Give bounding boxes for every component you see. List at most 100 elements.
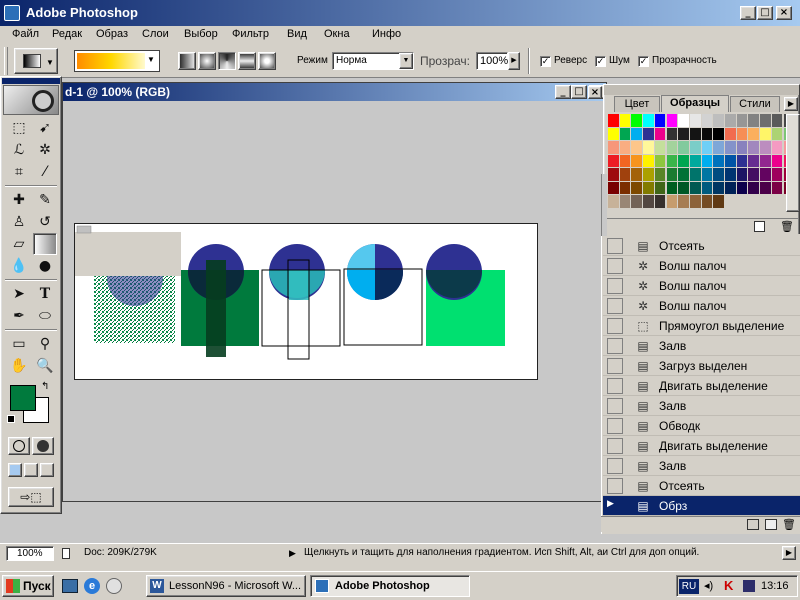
swatch[interactable] bbox=[643, 181, 654, 194]
jump-to-imageready-button[interactable]: ⇨⬚ bbox=[8, 487, 54, 507]
swatch[interactable] bbox=[654, 195, 666, 208]
swatch[interactable] bbox=[619, 141, 631, 154]
tab-color[interactable]: Цвет bbox=[614, 96, 660, 112]
swatch[interactable] bbox=[643, 154, 654, 167]
foreground-color-swatch[interactable] bbox=[10, 385, 36, 411]
history-source-checkbox[interactable] bbox=[607, 258, 623, 274]
swatch[interactable] bbox=[654, 181, 666, 194]
swatch[interactable] bbox=[678, 114, 689, 127]
opacity-field[interactable]: 100% bbox=[476, 52, 508, 70]
history-state[interactable]: ✲ Волш палоч bbox=[603, 256, 800, 276]
swatch[interactable] bbox=[678, 127, 689, 140]
swatch[interactable] bbox=[643, 127, 654, 140]
dodge-tool-icon[interactable]: ● bbox=[33, 255, 57, 277]
swatch[interactable] bbox=[654, 127, 666, 140]
history-source-checkbox[interactable] bbox=[607, 278, 623, 294]
swatch[interactable] bbox=[654, 168, 666, 181]
swatch[interactable] bbox=[631, 141, 643, 154]
swatch[interactable] bbox=[771, 168, 783, 181]
quickmask-mode-button[interactable] bbox=[32, 437, 54, 455]
swatch[interactable] bbox=[771, 127, 783, 140]
swatch[interactable] bbox=[748, 181, 760, 194]
swatch[interactable] bbox=[725, 154, 736, 167]
history-state[interactable]: ▤ Отсеять bbox=[603, 236, 800, 256]
swatch[interactable] bbox=[619, 154, 631, 167]
menu-view[interactable]: Вид bbox=[287, 28, 307, 40]
swatch[interactable] bbox=[631, 168, 643, 181]
history-source-checkbox[interactable]: ▶ bbox=[607, 498, 623, 514]
healing-brush-icon[interactable]: ✚ bbox=[7, 189, 31, 211]
swatch[interactable] bbox=[748, 127, 760, 140]
tab-styles[interactable]: Стили bbox=[730, 96, 780, 112]
history-source-checkbox[interactable] bbox=[607, 338, 623, 354]
history-state[interactable]: ⬚ Прямоугол выделение bbox=[603, 316, 800, 336]
menu-filter[interactable]: Фильтр bbox=[232, 28, 269, 40]
kaspersky-icon[interactable]: K bbox=[724, 578, 738, 594]
screen-mode-full[interactable] bbox=[40, 463, 54, 477]
task-word[interactable]: W LessonN96 - Microsoft W... bbox=[146, 575, 306, 597]
trash-icon[interactable]: 🗑 bbox=[782, 518, 796, 531]
new-doc-from-state-icon[interactable] bbox=[747, 519, 759, 530]
tab-swatches[interactable]: Образцы bbox=[661, 95, 729, 112]
brush-tool-icon[interactable]: ✎ bbox=[33, 189, 57, 211]
trash-icon[interactable]: 🗑 bbox=[780, 220, 794, 233]
swatch[interactable] bbox=[619, 114, 631, 127]
history-state[interactable]: ✲ Волш палоч bbox=[603, 296, 800, 316]
swatch[interactable] bbox=[678, 141, 689, 154]
swatch[interactable] bbox=[608, 114, 619, 127]
swatch[interactable] bbox=[608, 154, 619, 167]
doc-minimize-button[interactable]: _ bbox=[555, 85, 571, 99]
panel-menu-button[interactable]: ▶ bbox=[784, 97, 798, 111]
history-state[interactable]: ▤ Загруз выделен bbox=[603, 356, 800, 376]
history-state[interactable]: ▤ Залв bbox=[603, 456, 800, 476]
magic-wand-tool-icon[interactable]: ✲ bbox=[33, 139, 57, 161]
swatch[interactable] bbox=[725, 114, 736, 127]
swatch[interactable] bbox=[631, 127, 643, 140]
swatch[interactable] bbox=[654, 141, 666, 154]
swatch[interactable] bbox=[736, 114, 748, 127]
swatch[interactable] bbox=[760, 154, 771, 167]
swatch[interactable] bbox=[666, 127, 678, 140]
swatch[interactable] bbox=[736, 154, 748, 167]
radial-gradient-button[interactable] bbox=[198, 52, 216, 70]
swatch[interactable] bbox=[666, 154, 678, 167]
swatch[interactable] bbox=[643, 114, 654, 127]
menu-select[interactable]: Выбор bbox=[184, 28, 218, 40]
swatch[interactable] bbox=[619, 195, 631, 208]
zoom-field[interactable]: 100% bbox=[6, 546, 54, 561]
swatch[interactable] bbox=[608, 181, 619, 194]
swatch[interactable] bbox=[701, 168, 713, 181]
swatch[interactable] bbox=[689, 127, 701, 140]
quick-launch-media-icon[interactable] bbox=[106, 578, 122, 594]
standard-mode-button[interactable] bbox=[8, 437, 30, 455]
shape-tool-icon[interactable]: ⬭ bbox=[33, 305, 57, 327]
swatch[interactable] bbox=[689, 195, 701, 208]
status-scroll-right[interactable]: ▶ bbox=[782, 546, 796, 560]
history-source-checkbox[interactable] bbox=[607, 438, 623, 454]
history-state[interactable]: ▶ ▤ Обрз bbox=[603, 496, 800, 516]
swatch[interactable] bbox=[608, 168, 619, 181]
history-source-checkbox[interactable] bbox=[607, 378, 623, 394]
swatch[interactable] bbox=[725, 168, 736, 181]
crop-tool-icon[interactable]: ⌗ bbox=[7, 161, 31, 183]
swatch[interactable] bbox=[643, 168, 654, 181]
history-state[interactable]: ▤ Двигать выделение bbox=[603, 376, 800, 396]
swatch[interactable] bbox=[666, 141, 678, 154]
swatch[interactable] bbox=[725, 181, 736, 194]
swatch[interactable] bbox=[689, 141, 701, 154]
swatch[interactable] bbox=[713, 181, 724, 194]
swatch[interactable] bbox=[748, 114, 760, 127]
opacity-slider-button[interactable]: ▶ bbox=[508, 52, 520, 70]
start-button[interactable]: Пуск bbox=[2, 575, 54, 597]
volume-icon[interactable]: ◂) bbox=[704, 579, 713, 592]
swatch[interactable] bbox=[713, 114, 724, 127]
language-indicator[interactable]: RU bbox=[679, 579, 699, 594]
swatch[interactable] bbox=[760, 114, 771, 127]
swatch[interactable] bbox=[701, 181, 713, 194]
swatch[interactable] bbox=[689, 154, 701, 167]
history-state[interactable]: ▤ Залв bbox=[603, 336, 800, 356]
swatch[interactable] bbox=[631, 181, 643, 194]
swatch[interactable] bbox=[608, 127, 619, 140]
blur-tool-icon[interactable]: 💧 bbox=[7, 255, 31, 277]
menu-edit[interactable]: Редак bbox=[52, 28, 82, 40]
